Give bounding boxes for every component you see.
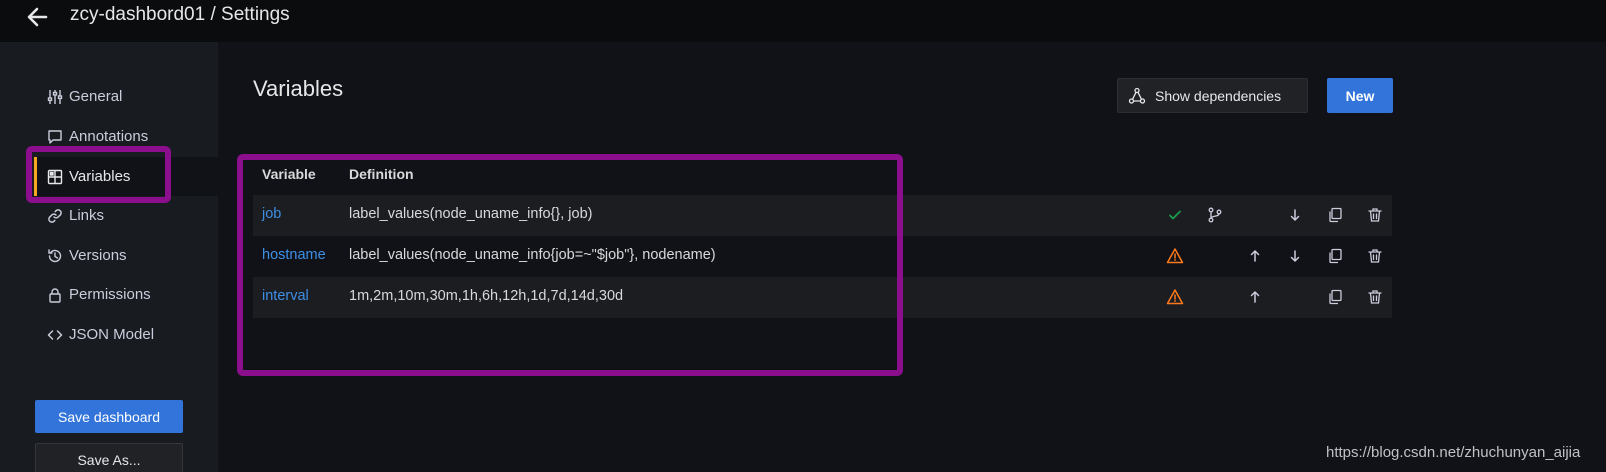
code-branch-icon[interactable]: [1205, 205, 1225, 225]
sidebar-item-label: General: [69, 88, 123, 105]
variable-definition: label_values(node_uname_info{job=~"$job"…: [349, 247, 716, 263]
code-icon: [47, 327, 63, 343]
table-row: job label_values(node_uname_info{}, job): [253, 195, 1392, 236]
sidebar-item-general[interactable]: General: [34, 77, 218, 116]
show-dependencies-label: Show dependencies: [1155, 87, 1282, 104]
arrow-up-icon[interactable]: [1245, 287, 1265, 307]
sidebar-item-json-model[interactable]: JSON Model: [34, 315, 218, 354]
variable-name-link[interactable]: interval: [262, 288, 309, 304]
history-icon: [47, 248, 63, 264]
variable-definition: 1m,2m,10m,30m,1h,6h,12h,1d,7d,14d,30d: [349, 288, 624, 304]
arrow-down-icon[interactable]: [1285, 205, 1305, 225]
arrow-up-icon[interactable]: [1245, 246, 1265, 266]
sidebar-item-variables[interactable]: Variables: [34, 157, 218, 196]
sidebar-item-label: JSON Model: [69, 326, 155, 343]
arrow-down-icon[interactable]: [1285, 246, 1305, 266]
sidebar-item-annotations[interactable]: Annotations: [34, 117, 218, 156]
sidebar-item-label: Links: [69, 207, 105, 224]
copy-icon[interactable]: [1325, 287, 1345, 307]
top-bar: zcy-dashbord01 / Settings: [0, 0, 1606, 42]
sidebar-item-label: Versions: [69, 247, 127, 264]
column-header-definition: Definition: [349, 166, 414, 182]
sidebar-item-label: Permissions: [69, 286, 151, 303]
variable-definition: label_values(node_uname_info{}, job): [349, 206, 593, 222]
table-row: hostname label_values(node_uname_info{jo…: [253, 236, 1392, 277]
trash-icon[interactable]: [1365, 205, 1385, 225]
breadcrumb: zcy-dashbord01 / Settings: [70, 4, 290, 25]
show-dependencies-button[interactable]: Show dependencies: [1117, 78, 1308, 113]
sidebar-item-links[interactable]: Links: [34, 196, 218, 235]
sidebar-item-label: Annotations: [69, 128, 149, 145]
variable-name-link[interactable]: hostname: [262, 247, 326, 263]
back-arrow-icon[interactable]: [22, 2, 52, 32]
copy-icon[interactable]: [1325, 246, 1345, 266]
column-header-variable: Variable: [262, 166, 316, 182]
save-as-button[interactable]: Save As...: [35, 443, 183, 472]
graph-icon: [1128, 87, 1146, 105]
warning-icon: [1165, 246, 1185, 266]
comment-icon: [47, 129, 63, 145]
new-variable-button[interactable]: New: [1327, 78, 1393, 113]
link-icon: [47, 208, 63, 224]
grid-icon: [47, 169, 63, 185]
variable-name-link[interactable]: job: [262, 206, 281, 222]
page-title: Variables: [253, 76, 344, 101]
copy-icon[interactable]: [1325, 205, 1345, 225]
trash-icon[interactable]: [1365, 246, 1385, 266]
table-row: interval 1m,2m,10m,30m,1h,6h,12h,1d,7d,1…: [253, 277, 1392, 318]
sidebar-item-label: Variables: [69, 168, 131, 185]
trash-icon[interactable]: [1365, 287, 1385, 307]
save-dashboard-button[interactable]: Save dashboard: [35, 400, 183, 433]
sidebar-item-versions[interactable]: Versions: [34, 236, 218, 275]
lock-icon: [47, 287, 63, 303]
watermark: https://blog.csdn.net/zhuchunyan_aijia: [1326, 444, 1581, 461]
warning-icon: [1165, 287, 1185, 307]
sliders-icon: [47, 89, 63, 105]
sidebar-item-permissions[interactable]: Permissions: [34, 275, 218, 314]
check-icon: [1165, 205, 1185, 225]
